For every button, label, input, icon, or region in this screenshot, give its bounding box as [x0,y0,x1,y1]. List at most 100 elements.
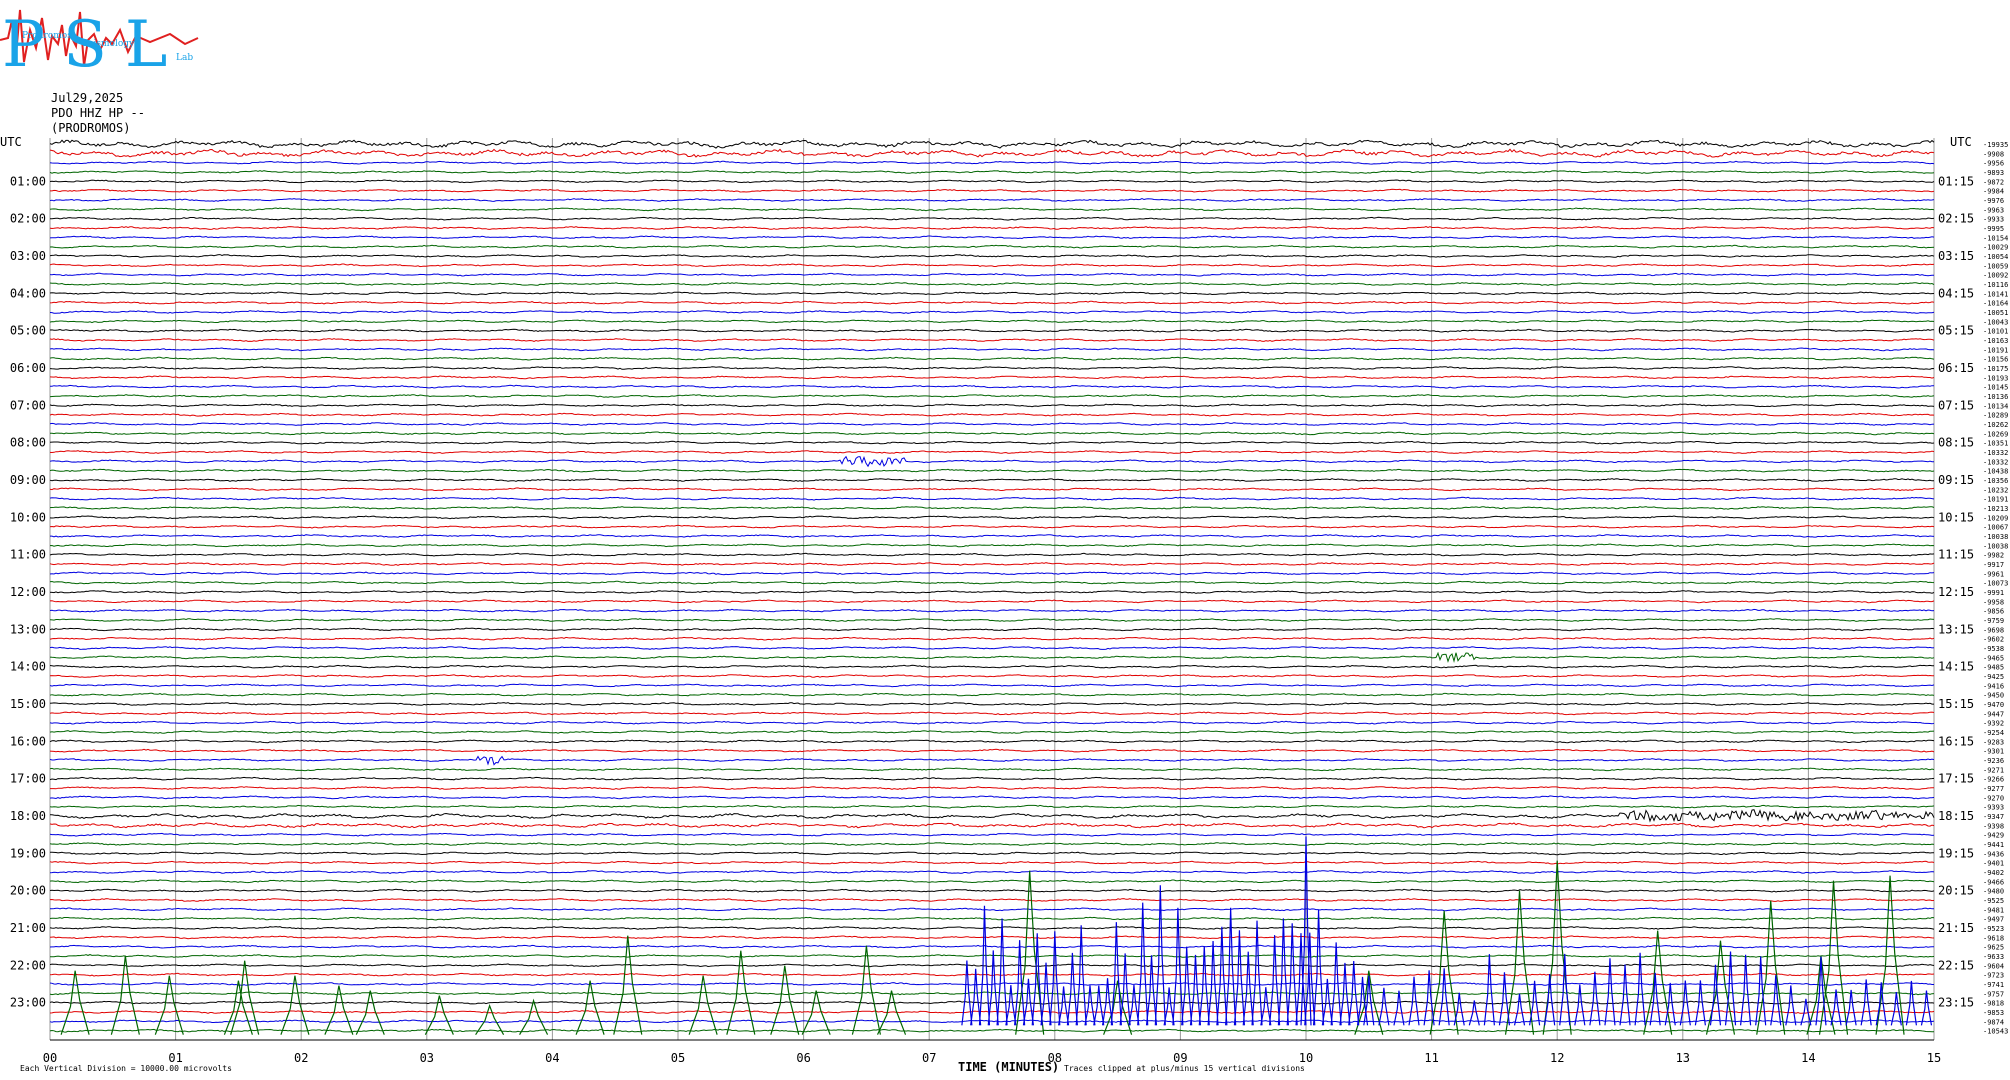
clipped-spike [1619,964,1631,1026]
right-hour-label: 08:15 [1938,436,1974,450]
row-offset-label: -9402 [1983,869,2004,877]
row-offset-label: -9525 [1983,897,2004,905]
trace-row [49,879,1935,884]
x-tick-label: 04 [545,1051,559,1065]
trace-row [49,851,1934,856]
trace-row [49,755,1935,766]
clipped-spike [575,980,605,1035]
row-offset-label: -9976 [1983,197,2004,205]
right-hour-label: 12:15 [1938,585,1974,599]
right-axis-title: UTC [1950,135,1972,149]
row-offset-label: -9254 [1983,729,2004,737]
clipped-spike [1058,986,1070,1026]
row-offset-label: -9392 [1983,720,2004,728]
x-tick-label: 15 [1927,1051,1941,1065]
row-offset-label: -10193 [1983,374,2008,382]
trace-row [49,524,1935,529]
trace-row [49,291,1935,296]
trace-row [49,328,1935,333]
trace-row [49,216,1935,221]
clipped-spike [1453,992,1465,1026]
row-offset-label: -10163 [1983,337,2008,345]
trace-row [49,226,1935,230]
row-offset-label: -9236 [1983,757,2004,765]
trace-row [49,403,1935,408]
row-offset-label: -10191 [1983,346,2008,354]
x-tick-label: 02 [294,1051,308,1065]
clipped-spike [1066,952,1078,1026]
x-tick-label: 05 [671,1051,685,1065]
clipped-spike [1770,975,1782,1026]
helicorder-plot: 00 01 02 03 04 05 06 07 08 09 10 11 12 13 14 1501:0002:… [0,135,2008,1065]
clipped-spike [1679,980,1691,1026]
trace-row [49,822,1935,829]
row-offset-label: -9759 [1983,617,2004,625]
right-hour-label: 16:15 [1938,734,1974,748]
trace-row [49,272,1934,277]
row-offset-label: -9917 [1983,561,2004,569]
right-hour-label: 10:15 [1938,510,1974,524]
trace-row [49,935,1935,940]
row-offset-label: -9393 [1983,804,2004,812]
clipped-spike [726,950,756,1035]
trace-row [49,646,1935,650]
trace-row [49,207,1935,212]
right-hour-label: 22:15 [1938,958,1974,972]
trace-row [49,431,1935,436]
row-offset-label: -10543 [1983,1028,2008,1036]
right-hour-label: 23:15 [1938,996,1974,1010]
row-offset-label: -9961 [1983,570,2004,578]
clipped-spike [324,985,354,1035]
row-offset-label: -9893 [1983,169,2004,177]
row-offset-label: -10156 [1983,356,2008,364]
trace-row [49,627,1935,632]
row-offset-label: -9270 [1983,794,2004,802]
trace-row [49,571,1935,576]
row-offset-label: -9982 [1983,552,2004,560]
trace-row [50,188,1935,193]
row-offset-label: -9401 [1983,860,2004,868]
row-offset-label: -9347 [1983,813,2004,821]
clipped-spike [1181,946,1193,1026]
trace-row [49,692,1935,697]
trace-row [49,804,1935,809]
trace-row [49,468,1935,473]
row-offset-label: -9757 [1983,990,2004,998]
row-offset-label: -10059 [1983,262,2008,270]
trace-row [49,170,1935,174]
clipped-spike [110,955,140,1035]
clipped-spike [1225,907,1237,1026]
trace-row [49,730,1935,734]
trace-row [49,907,1935,912]
right-hour-label: 20:15 [1938,884,1974,898]
trace-row [49,674,1934,678]
trace-row [49,319,1935,324]
trace-row [49,450,1935,454]
trace-row [49,618,1935,622]
clipped-spike [280,975,310,1035]
x-tick-label: 03 [420,1051,434,1065]
clipped-spike [987,950,999,1026]
row-offset-label: -9470 [1983,701,2004,709]
row-offset-label: -9956 [1983,160,2004,168]
trace-row [49,455,1935,468]
row-offset-label: -9856 [1983,608,2004,616]
trace-row [49,366,1935,370]
trace-row [49,842,1935,846]
row-offset-label: -10073 [1983,580,2008,588]
left-hour-label: 05:00 [10,324,46,338]
trace-row [49,860,1935,865]
clipped-spike [996,918,1008,1026]
trace-row [49,636,1935,641]
x-tick-label: 12 [1550,1051,1564,1065]
row-offset-label: -9604 [1983,962,2004,970]
clipped-spike [1920,990,1933,1026]
row-offset-label: -10164 [1983,300,2008,308]
row-offset-label: -10067 [1983,524,2008,532]
row-offset-label: -9429 [1983,832,2004,840]
trace-row [49,832,1935,837]
clipped-spike [1216,926,1228,1026]
right-hour-label: 17:15 [1938,772,1974,786]
right-hour-label: 14:15 [1938,660,1974,674]
x-axis-title: TIME (MINUTES) [958,1060,1060,1074]
